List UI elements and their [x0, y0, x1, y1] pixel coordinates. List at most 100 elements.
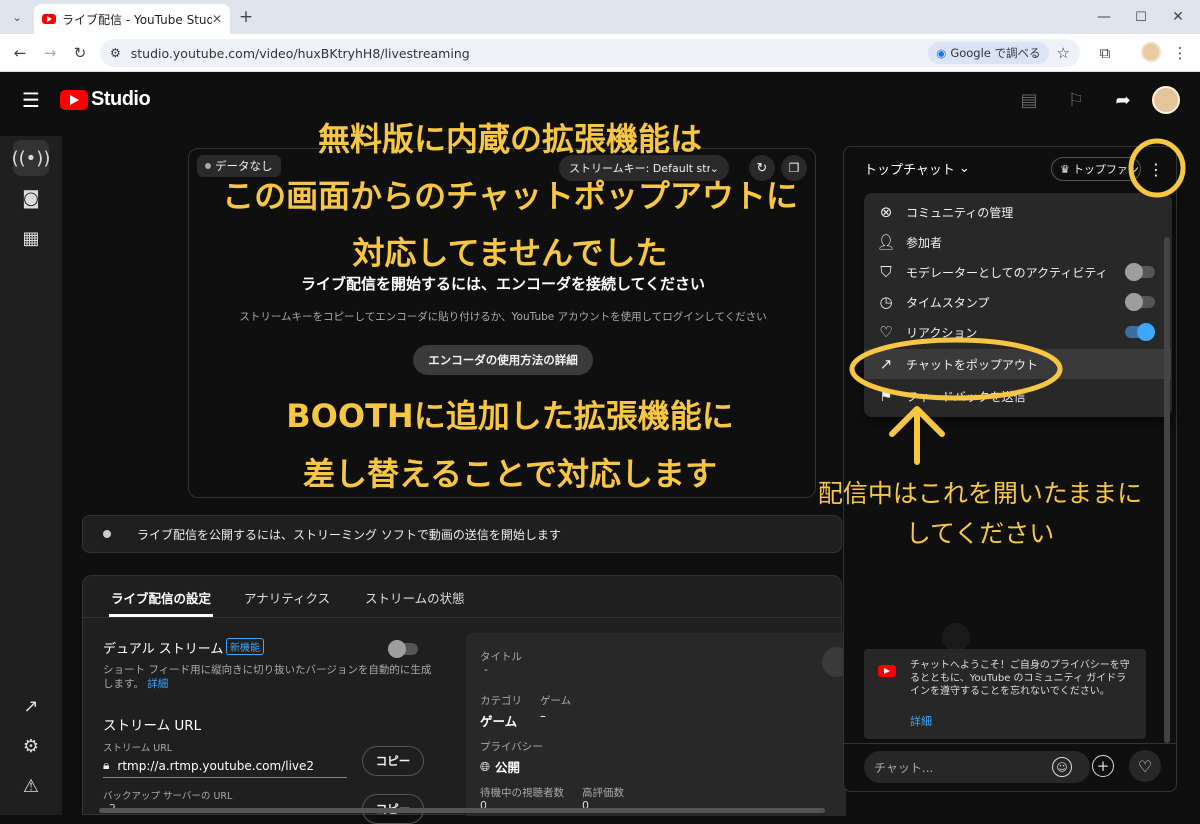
annotation-right-line2: してください: [905, 519, 1055, 548]
menu-item-moderator-activity[interactable]: ⛉ モデレーターとしてのアクティビティ: [864, 257, 1171, 287]
annotation-top-line2: この画面からのチャットポップアウトに: [222, 177, 798, 215]
new-badge: 新機能: [226, 638, 264, 655]
hamburger-menu-icon[interactable]: ☰: [19, 88, 43, 112]
game-label: ゲーム: [540, 695, 572, 707]
encoder-help-button[interactable]: エンコーダの使用方法の詳細: [413, 345, 593, 375]
tab-title: ライブ配信 - YouTube Studio: [62, 12, 212, 27]
tab-analytics[interactable]: アナリティクス: [244, 588, 330, 607]
menu-label: タイムスタンプ: [906, 295, 990, 310]
google-lens-button[interactable]: ◉ Google で調べる: [928, 42, 1049, 64]
menu-label: コミュニティの管理: [906, 205, 1014, 220]
stream-url-heading: ストリーム URL: [103, 718, 202, 734]
stream-url-field[interactable]: 🔒︎ rtmp://a.rtmp.youtube.com/live2: [103, 754, 347, 778]
horizontal-scrollbar[interactable]: [99, 808, 825, 813]
top-chat-label: トップチャット: [864, 163, 955, 178]
forward-arrow-icon[interactable]: →: [38, 41, 62, 65]
annotation-middle-line2: 差し替えることで対応します: [302, 455, 718, 493]
annotation-middle-line1: BOOTHに追加した拡張機能に: [286, 397, 734, 435]
reaction-toggle[interactable]: [1125, 323, 1155, 341]
extensions-icon[interactable]: ⧉: [1093, 41, 1117, 65]
camera-icon[interactable]: ◙: [13, 180, 49, 216]
maximize-icon[interactable]: ☐: [1129, 5, 1153, 29]
settings-gear-icon[interactable]: ⚙: [13, 728, 49, 764]
tab-close-icon[interactable]: ✕: [212, 12, 222, 26]
title-label: タイトル: [480, 651, 522, 663]
youtube-small-logo-icon: [878, 665, 896, 677]
chat-loading-spinner: [942, 623, 970, 651]
back-arrow-icon[interactable]: ←: [8, 41, 32, 65]
dual-stream-label: デュアル ストリーム: [103, 642, 224, 657]
dual-stream-toggle[interactable]: [388, 640, 418, 658]
timestamp-toggle[interactable]: [1125, 293, 1155, 311]
logo-text: Studio: [91, 88, 151, 110]
lock-icon: 🔒︎: [103, 758, 110, 772]
share-icon[interactable]: ➦: [1111, 88, 1135, 112]
popout-nav-icon[interactable]: ↗: [13, 688, 49, 724]
dual-stream-desc-line2: します。 詳細: [103, 676, 168, 691]
bookmark-icon[interactable]: ⚐: [1064, 88, 1088, 112]
annotation-circle-popout: [849, 337, 1063, 401]
welcome-text: チャットへようこそ！ご自身のプライバシーを守るとともに、YouTube のコミュ…: [910, 660, 1130, 697]
clapper-icon[interactable]: ▤: [1017, 88, 1041, 112]
chat-panel: トップチャット ⌄ ♛ トップファン ⋮ ⊗ コミュニティの管理 👤︎ 参加者 …: [843, 146, 1177, 792]
chat-input-divider: [844, 743, 1176, 744]
emoji-icon[interactable]: ☺: [1052, 757, 1072, 777]
details-link[interactable]: 詳細: [147, 678, 168, 690]
menu-item-participants[interactable]: 👤︎ 参加者: [864, 227, 1171, 257]
window-close-icon[interactable]: ✕: [1166, 5, 1190, 29]
status-text: ライブ配信を公開するには、ストリーミング ソフトで動画の送信を開始します: [137, 527, 561, 542]
chat-input-placeholder: チャット...: [874, 760, 934, 775]
privacy-value-row: 🌐︎ 公開: [480, 757, 520, 776]
annotation-up-arrow: [889, 406, 945, 465]
menu-label: 参加者: [906, 235, 943, 250]
tab-list-chevron-icon[interactable]: ⌄: [5, 5, 29, 29]
tabs-divider: [83, 617, 841, 618]
account-avatar[interactable]: [1152, 86, 1180, 114]
tab-label: アナリティクス: [244, 591, 331, 606]
minimize-icon[interactable]: —: [1092, 5, 1116, 29]
studio-app: ☰ Studio ▤ ⚐ ➦ ((•)) ◙ ▦ ↗ ⚙ ⚠ データなし ストリ…: [0, 72, 1200, 824]
annotation-right-line1: 配信中はこれを開いたままに: [817, 479, 1143, 508]
feedback-nav-icon[interactable]: ⚠: [13, 768, 49, 804]
omnibox[interactable]: ⚙ studio.youtube.com/video/huxBKtryhH8/l…: [100, 39, 1080, 67]
tab-label: ライブ配信の設定: [111, 591, 212, 606]
title-value: -: [484, 663, 488, 676]
community-shield-icon: ⊗: [879, 203, 893, 221]
top-chat-dropdown[interactable]: トップチャット ⌄: [864, 159, 970, 178]
copy-url-button[interactable]: コピー: [362, 746, 424, 776]
site-info-icon[interactable]: ⚙: [110, 46, 121, 60]
address-bar-row: ← → ↻ ⚙ studio.youtube.com/video/huxBKtr…: [0, 34, 1200, 72]
toggle-knob: [388, 640, 406, 658]
calendar-icon[interactable]: ▦: [13, 220, 49, 256]
clock-icon: ◷: [879, 293, 893, 311]
dual-stream-desc-line1: ショート フィード用に縦向きに切り抜いたバージョンを自動的に生成: [103, 664, 432, 676]
category-value: ゲーム: [480, 714, 518, 729]
menu-item-community[interactable]: ⊗ コミュニティの管理: [864, 197, 1171, 227]
bookmark-star-icon[interactable]: ☆: [1057, 44, 1070, 62]
side-nav: ((•)) ◙ ▦ ↗ ⚙ ⚠: [0, 136, 62, 815]
tab-stream-settings[interactable]: ライブ配信の設定: [111, 588, 211, 607]
chrome-menu-icon[interactable]: ⋮: [1168, 41, 1192, 65]
youtube-logo-icon: [60, 89, 88, 110]
annotation-top-line1: 無料版に内蔵の拡張機能は: [317, 120, 702, 158]
add-icon[interactable]: +: [1092, 755, 1114, 777]
annotation-top-line3: 対応してませんでした: [352, 234, 668, 272]
studio-logo[interactable]: Studio: [60, 88, 151, 111]
browser-tab[interactable]: ライブ配信 - YouTube Studio ✕: [34, 4, 230, 34]
tab-stream-health[interactable]: ストリームの状態: [365, 588, 465, 607]
live-broadcast-icon[interactable]: ((•)): [12, 140, 50, 176]
chevron-down-icon: ⌄: [958, 161, 970, 176]
moderator-toggle[interactable]: [1125, 263, 1155, 281]
stream-info-card: タイトル - カテゴリ ゲーム ゲーム – プライバシー 🌐︎ 公開 待機中の視…: [466, 633, 852, 816]
profile-avatar-small[interactable]: [1141, 42, 1161, 62]
game-value: –: [540, 709, 546, 723]
new-tab-icon[interactable]: +: [234, 5, 258, 29]
reload-icon[interactable]: ↻: [68, 41, 92, 65]
settings-panel: ライブ配信の設定 アナリティクス ストリームの状態 デュアル ストリーム 新機能…: [82, 575, 852, 824]
status-dot-icon: [103, 530, 111, 538]
menu-item-timestamps[interactable]: ◷ タイムスタンプ: [864, 287, 1171, 317]
youtube-favicon-icon: [42, 14, 56, 24]
heart-reaction-icon[interactable]: ♡: [1129, 750, 1161, 782]
menu-label: モデレーターとしてのアクティビティ: [906, 265, 1108, 280]
welcome-details-link[interactable]: 詳細: [910, 713, 932, 729]
